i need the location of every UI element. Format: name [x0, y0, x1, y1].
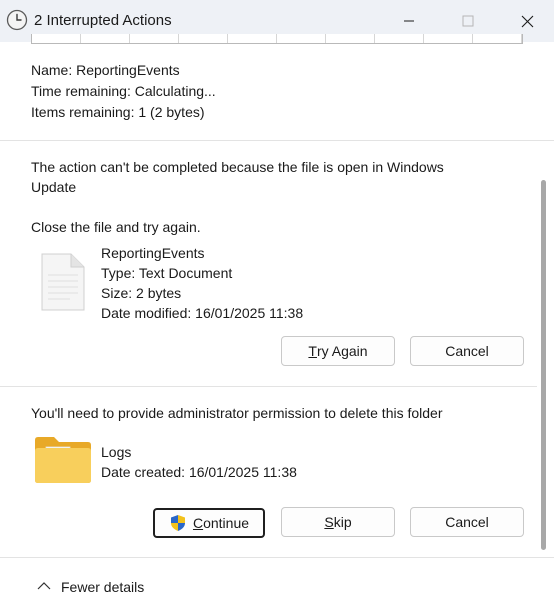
uac-shield-icon: [170, 515, 185, 531]
text-document-icon: [41, 253, 85, 311]
folder-name: Logs: [101, 444, 132, 460]
skip-label: kip: [333, 514, 352, 530]
file-name: ReportingEvents: [101, 245, 205, 261]
file-type: Type: Text Document: [101, 265, 233, 281]
file-in-use-message-line2: Update: [31, 179, 77, 195]
maximize-button: [454, 8, 482, 34]
name-row: Name: ReportingEvents: [31, 60, 180, 80]
scrollbar-thumb[interactable]: [541, 180, 546, 550]
file-date-modified: Date modified: 16/01/2025 11:38: [101, 305, 304, 321]
folder-date-created: Date created: 16/01/2025 11:38: [101, 464, 297, 480]
window-title: 2 Interrupted Actions: [34, 12, 172, 29]
items-remaining-value: 1 (2 bytes): [138, 104, 205, 120]
name-label: Name:: [31, 62, 73, 78]
try-again-label: ry Again: [316, 343, 368, 359]
try-again-button[interactable]: Try Again: [281, 336, 395, 366]
try-again-mnemonic: T: [308, 343, 317, 359]
skip-mnemonic: S: [324, 514, 334, 530]
items-remaining-label: Items remaining:: [31, 104, 135, 120]
continue-label: ontinue: [203, 515, 250, 531]
file-in-use-message-line1: The action can't be completed because th…: [31, 159, 444, 175]
folder-icon: [35, 437, 91, 483]
file-size: Size: 2 bytes: [101, 285, 182, 301]
close-button[interactable]: [513, 8, 541, 34]
clock-icon: [6, 9, 28, 31]
cancel-label: Cancel: [445, 343, 489, 359]
section-divider: [0, 386, 537, 387]
progress-graph: [31, 34, 523, 44]
cancel-button-file[interactable]: Cancel: [410, 336, 524, 366]
time-remaining-label: Time remaining:: [31, 83, 131, 99]
name-value: ReportingEvents: [76, 62, 180, 78]
cancel-button-folder[interactable]: Cancel: [410, 507, 524, 537]
time-remaining-row: Time remaining: Calculating...: [31, 81, 216, 101]
items-remaining-row: Items remaining: 1 (2 bytes): [31, 102, 205, 122]
continue-mnemonic: C: [192, 515, 204, 531]
continue-button[interactable]: Continue: [153, 508, 265, 538]
file-in-use-instruction: Close the file and try again.: [31, 219, 201, 235]
chevron-up-icon: [37, 582, 51, 590]
permission-message: You'll need to provide administrator per…: [31, 405, 443, 421]
fewer-details-label: Fewer details: [61, 579, 145, 595]
section-divider: [0, 140, 554, 141]
time-remaining-value: Calculating...: [134, 83, 216, 99]
section-divider: [0, 557, 554, 558]
cancel-label: Cancel: [445, 514, 489, 530]
minimize-button[interactable]: [395, 8, 423, 34]
minimize-icon: [404, 20, 414, 22]
skip-button[interactable]: Skip: [281, 507, 395, 537]
maximize-icon: [462, 15, 474, 27]
close-icon: [521, 15, 533, 27]
